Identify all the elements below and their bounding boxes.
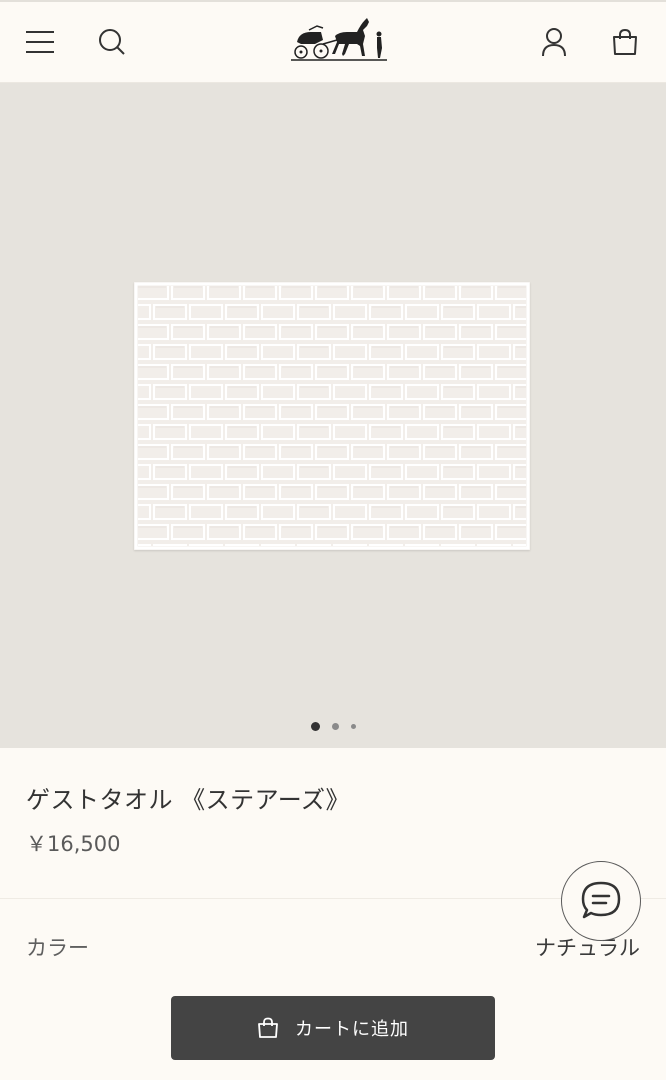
add-to-cart-label: カートに追加 [295,1019,409,1040]
gallery-pagination [0,720,666,732]
menu-button[interactable] [20,22,60,62]
color-selector[interactable]: カラー ナチュラル [0,918,666,974]
add-to-cart-button[interactable]: カートに追加 [171,996,495,1060]
color-label: カラー [26,936,89,960]
shopping-bag-icon [613,28,637,55]
gallery-dot-3[interactable] [350,723,356,729]
gallery-dot-2[interactable] [331,722,339,730]
product-image [134,282,530,550]
product-price: ￥16,500 [26,832,121,856]
hamburger-menu-icon [26,31,54,53]
user-icon [542,28,566,57]
chat-button[interactable] [561,861,641,941]
stairs-pattern [134,282,530,550]
chat-bubble-icon [581,881,621,919]
product-info: ゲストタオル 《ステアーズ》 ￥16,500 [0,748,666,898]
shopping-bag-icon [258,1017,278,1038]
site-header [0,2,666,83]
search-button[interactable] [92,22,132,62]
product-image-gallery[interactable] [0,83,666,748]
gallery-dot-1[interactable] [310,721,320,731]
bag-button[interactable] [605,22,645,62]
product-title: ゲストタオル 《ステアーズ》 [26,786,350,814]
search-icon [99,29,125,55]
account-button[interactable] [534,22,574,62]
carriage-logo-icon[interactable] [287,14,391,64]
